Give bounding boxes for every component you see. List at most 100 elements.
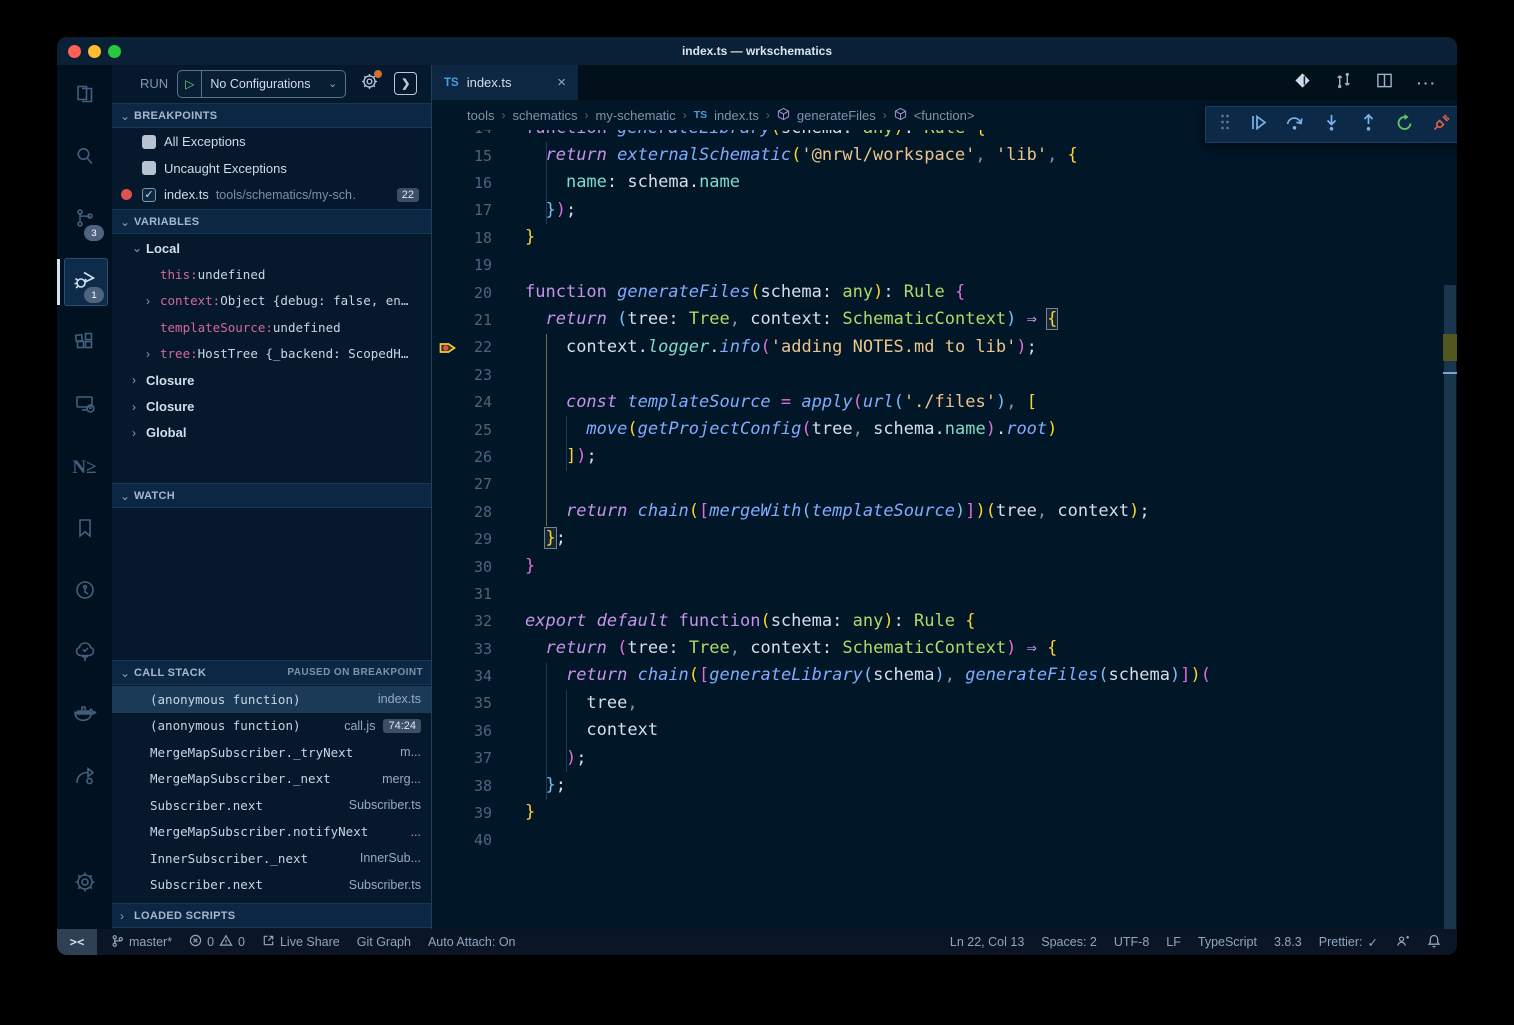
breadcrumb-item[interactable]: generateFiles (797, 108, 876, 123)
code-line[interactable]: 32export default function(schema: any): … (432, 608, 1443, 635)
sidebar-item-docker[interactable] (57, 685, 112, 747)
twisty-icon[interactable]: ⌄ (132, 241, 146, 255)
sidebar-item-source-control[interactable]: 3 (57, 189, 112, 251)
breadcrumb-item[interactable]: schematics (512, 108, 577, 123)
disconnect-button[interactable] (1432, 113, 1451, 137)
tab-index-ts[interactable]: TS index.ts × (432, 65, 578, 100)
loaded-scripts-section-header[interactable]: › LOADED SCRIPTS (112, 903, 431, 928)
line-number[interactable]: 31 (432, 585, 492, 603)
editor-scrollbar[interactable] (1443, 65, 1457, 929)
line-number[interactable]: 18 (432, 229, 492, 247)
call-stack-frame[interactable]: (anonymous function)call.js74:24 (112, 713, 431, 740)
cursor-position-indicator[interactable]: Ln 22, Col 13 (950, 935, 1024, 949)
code-line[interactable]: 23 (432, 361, 1443, 388)
more-actions-icon[interactable]: ··· (1417, 75, 1437, 91)
close-window-button[interactable] (68, 45, 81, 58)
typescript-version-indicator[interactable]: 3.8.3 (1274, 935, 1302, 949)
twisty-icon[interactable]: › (146, 347, 160, 361)
twisty-icon[interactable]: › (132, 400, 146, 414)
prettier-indicator[interactable]: Prettier: ✓ (1319, 935, 1378, 950)
sidebar-item-git-history[interactable] (57, 561, 112, 623)
minimize-window-button[interactable] (88, 45, 101, 58)
line-number[interactable]: 25 (432, 421, 492, 439)
call-stack-frame[interactable]: MergeMapSubscriber.notifyNext... (112, 819, 431, 846)
breadcrumb-item[interactable]: index.ts (714, 108, 759, 123)
code-line[interactable]: 18} (432, 224, 1443, 251)
split-editor-icon[interactable] (1376, 72, 1393, 94)
remote-indicator[interactable]: >< (57, 929, 97, 955)
twisty-icon[interactable]: › (132, 373, 146, 387)
line-number[interactable]: 35 (432, 694, 492, 712)
code-line[interactable]: 20function generateFiles(schema: any): R… (432, 279, 1443, 306)
breadcrumb-item[interactable]: my-schematic (596, 108, 676, 123)
line-number[interactable]: 36 (432, 722, 492, 740)
code-line[interactable]: 36 context (432, 717, 1443, 744)
problems-indicator[interactable]: 0 0 (189, 934, 245, 950)
toolbar-drag-grip[interactable] (1219, 113, 1231, 136)
line-number[interactable]: 17 (432, 201, 492, 219)
restart-button[interactable] (1395, 113, 1414, 137)
line-number[interactable]: 26 (432, 448, 492, 466)
notifications-button[interactable] (1427, 934, 1441, 951)
step-into-button[interactable] (1322, 113, 1341, 137)
checkbox-unchecked[interactable] (142, 161, 156, 175)
variable-row[interactable]: ›context: Object {debug: false, en… (112, 288, 431, 314)
line-number[interactable]: 16 (432, 174, 492, 192)
code-line[interactable]: 31 (432, 580, 1443, 607)
call-stack-frame[interactable]: MergeMapSubscriber._tryNextm... (112, 739, 431, 766)
variable-row[interactable]: ›Closure (112, 393, 431, 419)
code-line[interactable]: 33 return (tree: Tree, context: Schemati… (432, 635, 1443, 662)
line-number[interactable]: 37 (432, 749, 492, 767)
variables-section-header[interactable]: ⌄ VARIABLES (112, 209, 431, 234)
close-tab-icon[interactable]: × (557, 74, 566, 91)
line-number[interactable]: 27 (432, 475, 492, 493)
code-line[interactable]: 24 const templateSource = apply(url('./f… (432, 389, 1443, 416)
sidebar-item-testing[interactable] (57, 623, 112, 685)
step-out-button[interactable] (1359, 113, 1378, 137)
code-line[interactable]: 27 (432, 471, 1443, 498)
code-line[interactable]: 17 }); (432, 197, 1443, 224)
feedback-button[interactable] (1395, 934, 1410, 951)
watch-section-header[interactable]: ⌄ WATCH (112, 483, 431, 508)
code-line[interactable]: 28 return chain([mergeWith(templateSourc… (432, 498, 1443, 525)
compare-changes-icon[interactable] (1335, 72, 1352, 94)
line-number[interactable]: 33 (432, 640, 492, 658)
call-stack-frame[interactable]: (anonymous function)index.ts (112, 686, 431, 713)
code-line[interactable]: 38 }; (432, 772, 1443, 799)
line-number[interactable]: 15 (432, 147, 492, 165)
call-stack-section-header[interactable]: ⌄ CALL STACK PAUSED ON BREAKPOINT (112, 660, 431, 685)
code-line[interactable]: 39} (432, 799, 1443, 826)
code-line[interactable]: 40 (432, 827, 1443, 854)
variable-row[interactable]: this: undefined (112, 261, 431, 287)
line-number[interactable]: 24 (432, 393, 492, 411)
open-debug-console-button[interactable]: ❯ (394, 72, 417, 95)
code-line[interactable]: 35 tree, (432, 690, 1443, 717)
line-number[interactable]: 34 (432, 667, 492, 685)
code-line[interactable]: 37 ); (432, 745, 1443, 772)
sidebar-item-nx-console[interactable]: N≥ (57, 437, 112, 499)
variable-row[interactable]: templateSource: undefined (112, 314, 431, 340)
sidebar-item-remote-explorer[interactable] (57, 375, 112, 437)
branch-indicator[interactable]: master* (111, 934, 172, 951)
step-over-button[interactable] (1285, 113, 1304, 137)
line-number[interactable]: 39 (432, 804, 492, 822)
code-line[interactable]: 21 return (tree: Tree, context: Schemati… (432, 306, 1443, 333)
variable-row[interactable]: ›tree: HostTree {_backend: ScopedH… (112, 341, 431, 367)
variable-row[interactable]: ⌄Local (112, 235, 431, 261)
code-line[interactable]: 30} (432, 553, 1443, 580)
sidebar-item-explorer[interactable] (57, 65, 112, 127)
call-stack-frame[interactable]: InnerSubscriber._nextInnerSub... (112, 845, 431, 872)
configure-launch-button[interactable] (360, 72, 379, 96)
code-line[interactable]: 15 return externalSchematic('@nrwl/works… (432, 142, 1443, 169)
twisty-icon[interactable]: › (132, 426, 146, 440)
line-number[interactable]: 28 (432, 503, 492, 521)
zoom-window-button[interactable] (108, 45, 121, 58)
line-number[interactable]: 23 (432, 366, 492, 384)
code-line[interactable]: 34 return chain([generateLibrary(schema)… (432, 662, 1443, 689)
sidebar-item-run-debug[interactable]: 1 (57, 251, 112, 313)
line-number[interactable]: 19 (432, 256, 492, 274)
variable-row[interactable]: ›Closure (112, 367, 431, 393)
line-number[interactable]: 29 (432, 530, 492, 548)
code-line[interactable]: 16 name: schema.name (432, 169, 1443, 196)
debug-configuration-dropdown[interactable]: ▷ No Configurations ⌄ (177, 70, 346, 98)
